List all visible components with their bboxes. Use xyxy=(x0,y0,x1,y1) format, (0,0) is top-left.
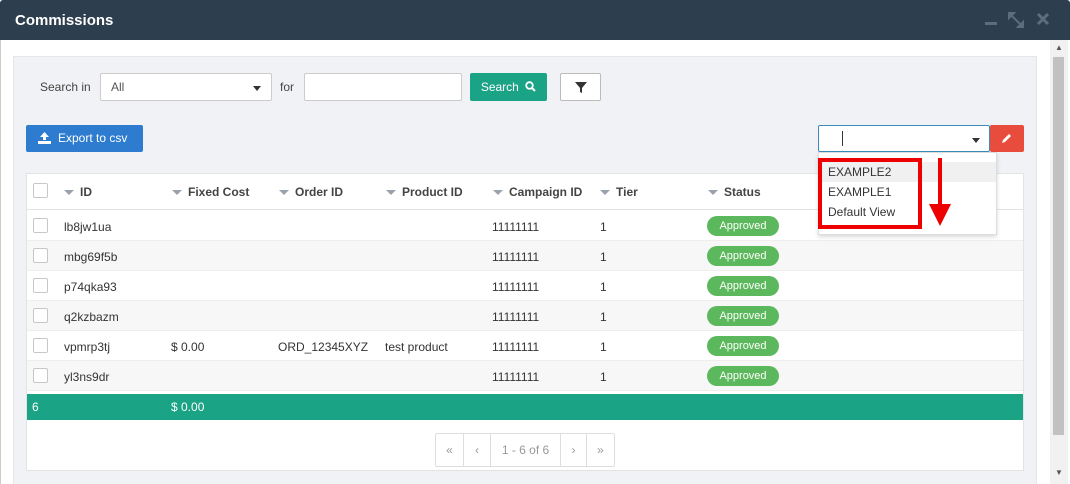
status-badge: Approved xyxy=(707,366,779,386)
scrollbar-thumb[interactable] xyxy=(1053,57,1064,435)
cell-order-id: ORD_12345XYZ xyxy=(278,340,369,354)
search-input[interactable] xyxy=(304,73,462,101)
row-checkbox[interactable] xyxy=(33,218,48,233)
cell-fixed-cost: $ 0.00 xyxy=(171,340,205,354)
status-badge: Approved xyxy=(707,246,779,266)
cell-campaign-id: 11111111 xyxy=(492,280,540,294)
column-header-product-id[interactable]: Product ID xyxy=(386,185,463,199)
status-badge: Approved xyxy=(707,276,779,296)
select-all-checkbox[interactable] xyxy=(33,183,48,198)
cell-tier: 1 xyxy=(600,250,607,264)
sort-icon xyxy=(493,190,503,196)
view-dropdown-menu: EXAMPLE2 EXAMPLE1 Default View xyxy=(818,152,997,235)
text-cursor xyxy=(842,131,843,146)
last-page-button[interactable]: » xyxy=(587,434,614,466)
window-titlebar: Commissions xyxy=(0,0,1070,40)
export-csv-button[interactable]: Export to csv xyxy=(26,125,143,152)
table-row[interactable]: mbg69f5b 11111111 1 Approved xyxy=(27,241,1023,271)
row-checkbox[interactable] xyxy=(33,308,48,323)
cell-campaign-id: 11111111 xyxy=(492,310,540,324)
column-header-fixed-cost[interactable]: Fixed Cost xyxy=(172,185,249,199)
sort-icon xyxy=(386,190,396,196)
status-badge: Approved xyxy=(707,306,779,326)
row-checkbox[interactable] xyxy=(33,338,48,353)
view-option-example2[interactable]: EXAMPLE2 xyxy=(819,162,996,182)
table-row[interactable]: p74qka93 11111111 1 Approved xyxy=(27,271,1023,301)
sort-icon xyxy=(708,190,718,196)
cell-id: mbg69f5b xyxy=(64,250,118,264)
next-page-button[interactable]: › xyxy=(561,434,587,466)
window-title: Commissions xyxy=(15,12,114,29)
search-in-value: All xyxy=(111,80,125,94)
cell-campaign-id: 11111111 xyxy=(492,370,540,384)
cell-campaign-id: 11111111 xyxy=(492,340,540,354)
cell-id: q2kzbazm xyxy=(64,310,119,324)
chevron-down-icon xyxy=(253,86,261,91)
pencil-icon xyxy=(1002,134,1011,143)
status-badge: Approved xyxy=(707,216,779,236)
view-option-example1[interactable]: EXAMPLE1 xyxy=(819,182,996,202)
filter-icon xyxy=(575,82,587,93)
upload-icon xyxy=(38,132,51,144)
pagination: « ‹ 1 - 6 of 6 › » xyxy=(435,433,615,467)
table-row[interactable]: vpmrp3tj $ 0.00 ORD_12345XYZ test produc… xyxy=(27,331,1023,361)
cell-tier: 1 xyxy=(600,340,607,354)
column-header-status[interactable]: Status xyxy=(708,185,761,199)
minimize-icon[interactable] xyxy=(983,12,999,28)
sort-icon xyxy=(279,190,289,196)
for-label: for xyxy=(280,80,295,94)
table-footer-row: 6 $ 0.00 xyxy=(27,394,1023,420)
chevron-down-icon xyxy=(972,138,980,143)
cell-campaign-id: 11111111 xyxy=(492,220,540,234)
cell-tier: 1 xyxy=(600,310,607,324)
prev-page-button[interactable]: ‹ xyxy=(464,434,491,466)
search-in-label: Search in xyxy=(40,80,91,94)
column-header-id[interactable]: ID xyxy=(64,185,92,199)
table-row[interactable]: yl3ns9dr 11111111 1 Approved xyxy=(27,361,1023,391)
sort-icon xyxy=(64,190,74,196)
cell-campaign-id: 11111111 xyxy=(492,250,540,264)
footer-count: 6 xyxy=(32,400,39,414)
scroll-up-icon[interactable]: ▲ xyxy=(1054,43,1064,52)
annotation-arrow-icon xyxy=(929,204,951,226)
column-header-tier[interactable]: Tier xyxy=(600,185,638,199)
cell-id: p74qka93 xyxy=(64,280,117,294)
search-icon xyxy=(525,81,536,92)
sort-icon xyxy=(172,190,182,196)
edit-view-button[interactable] xyxy=(990,125,1024,152)
page-info: 1 - 6 of 6 xyxy=(491,434,561,466)
cell-tier: 1 xyxy=(600,220,607,234)
table-row[interactable]: q2kzbazm 11111111 1 Approved xyxy=(27,301,1023,331)
close-icon[interactable] xyxy=(1035,12,1051,28)
footer-fixed-cost-total: $ 0.00 xyxy=(171,400,205,414)
search-button-label: Search xyxy=(480,80,519,94)
cell-product-id: test product xyxy=(385,340,448,354)
cell-tier: 1 xyxy=(600,280,607,294)
column-header-campaign-id[interactable]: Campaign ID xyxy=(493,185,582,199)
maximize-icon[interactable] xyxy=(1008,12,1024,28)
view-option-default-view[interactable]: Default View xyxy=(819,202,996,222)
column-header-order-id[interactable]: Order ID xyxy=(279,185,343,199)
row-checkbox[interactable] xyxy=(33,248,48,263)
row-checkbox[interactable] xyxy=(33,368,48,383)
annotation-arrow-shaft xyxy=(938,158,942,206)
vertical-scrollbar[interactable]: ▲ ▼ xyxy=(1050,40,1068,484)
search-in-select[interactable]: All xyxy=(100,73,272,101)
status-badge: Approved xyxy=(707,336,779,356)
cell-id: yl3ns9dr xyxy=(64,370,110,384)
row-checkbox[interactable] xyxy=(33,278,48,293)
export-csv-label: Export to csv xyxy=(58,131,128,145)
view-select[interactable] xyxy=(818,125,990,152)
scroll-down-icon[interactable]: ▼ xyxy=(1054,468,1064,477)
cell-tier: 1 xyxy=(600,370,607,384)
filter-button[interactable] xyxy=(560,73,601,101)
search-button[interactable]: Search xyxy=(470,73,547,101)
cell-id: vpmrp3tj xyxy=(64,340,111,354)
cell-id: lb8jw1ua xyxy=(64,220,112,234)
first-page-button[interactable]: « xyxy=(436,434,464,466)
sort-icon xyxy=(600,190,610,196)
